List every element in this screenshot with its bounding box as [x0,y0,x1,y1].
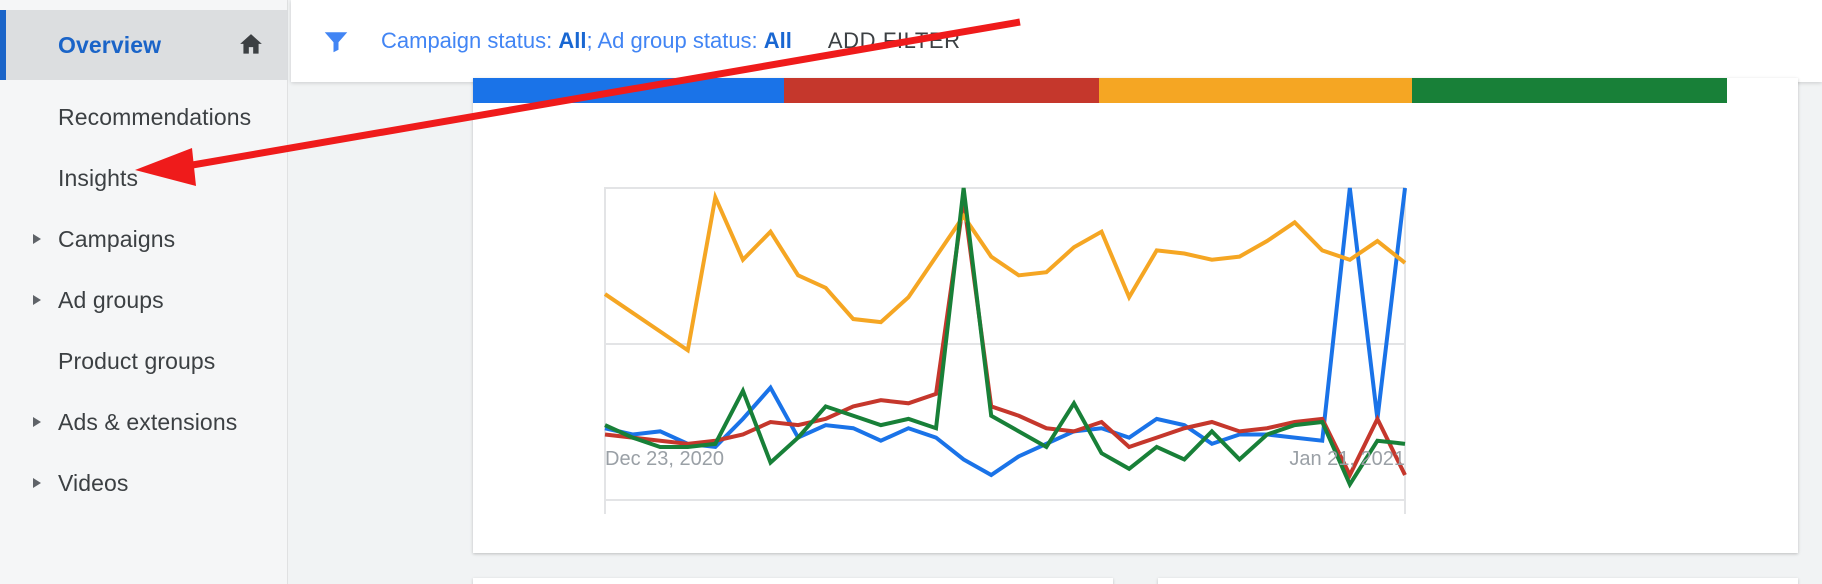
sidebar-item-label: Insights [58,164,139,191]
left-navigation-sidebar: Overview Recommendations Insights Campai… [0,0,288,584]
x-axis-end-label: Jan 21, 2021 [1289,448,1405,470]
sidebar-item-label: Campaigns [58,225,176,252]
sidebar-item-label: Videos [58,469,129,496]
sidebar-item-label: Ad groups [58,286,164,313]
sidebar-item-recommendations[interactable]: Recommendations [0,82,288,152]
series-line-avg-cpc[interactable] [603,190,1407,354]
active-filter-chip[interactable]: Campaign status: All; Ad group status: A… [381,28,792,54]
metric-legend-bar [473,78,1727,103]
selected-accent-bar [0,10,6,80]
campaign-status-value: All [558,28,587,53]
chart-plot-area: Dec 23, 2020 Jan 21, 2021 [473,103,1798,553]
sidebar-item-ad-groups[interactable]: Ad groups [0,265,288,335]
google-ads-overview-screen: Overview Recommendations Insights Campai… [0,0,1822,584]
filter-toolbar: Campaign status: All; Ad group status: A… [291,0,1822,82]
add-filter-button[interactable]: ADD FILTER [828,28,961,54]
adgroup-status-value: All [763,28,792,53]
sidebar-item-ads-and-extensions[interactable]: Ads & extensions [0,387,288,457]
chevron-right-icon [33,417,41,427]
performance-chart-card: Dec 23, 2020 Jan 21, 2021 [473,78,1798,553]
home-icon [238,32,264,58]
adgroup-status-label: Ad group status: [597,28,764,53]
sidebar-item-campaigns[interactable]: Campaigns [0,204,288,274]
line-chart-svg [603,187,1407,514]
sidebar-item-label: Recommendations [58,103,252,130]
metric-segment-impressions[interactable] [783,78,1099,103]
sidebar-item-overview[interactable]: Overview [0,10,288,80]
filter-funnel-icon[interactable] [321,26,351,56]
metric-segment-cost[interactable] [1412,78,1727,103]
sidebar-item-videos[interactable]: Videos [0,448,288,518]
filter-separator: ; [586,28,598,53]
secondary-card-right [1158,578,1798,584]
campaign-status-label: Campaign status: [381,28,559,53]
sidebar-item-insights[interactable]: Insights [0,143,288,213]
chevron-right-icon [33,478,41,488]
metric-segment-avg-cpc[interactable] [1098,78,1413,103]
series-line-impressions[interactable] [604,200,1407,480]
sidebar-item-product-groups[interactable]: Product groups [0,326,288,396]
metric-segment-clicks[interactable] [473,78,784,103]
sidebar-item-label: Overview [58,31,162,58]
chevron-right-icon [33,295,41,305]
x-axis-start-label: Dec 23, 2020 [605,448,724,470]
sidebar-item-label: Ads & extensions [58,408,238,435]
secondary-card-left [473,578,1113,584]
sidebar-item-label: Product groups [58,347,216,374]
chevron-right-icon [33,234,41,244]
